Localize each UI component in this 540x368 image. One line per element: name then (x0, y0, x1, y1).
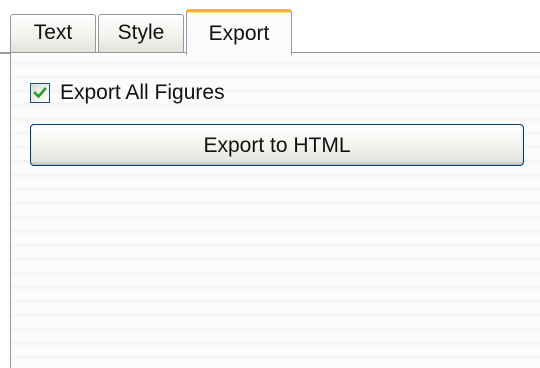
tab-text-label: Text (33, 21, 73, 44)
export-all-figures-checkbox[interactable] (30, 83, 50, 103)
tab-style[interactable]: Style (98, 14, 184, 53)
export-all-figures-option[interactable]: Export All Figures (30, 80, 225, 106)
checkmark-icon (33, 87, 47, 99)
export-all-figures-label: Export All Figures (60, 81, 225, 104)
properties-window: Text Style Export Export All Figures Exp… (0, 0, 540, 368)
tab-export-label: Export (208, 22, 270, 45)
tab-style-label: Style (117, 21, 165, 44)
tab-strip: Text Style Export (0, 0, 540, 55)
tab-text[interactable]: Text (10, 14, 96, 53)
export-to-html-button[interactable]: Export to HTML (30, 124, 524, 166)
tab-export[interactable]: Export (186, 9, 292, 55)
